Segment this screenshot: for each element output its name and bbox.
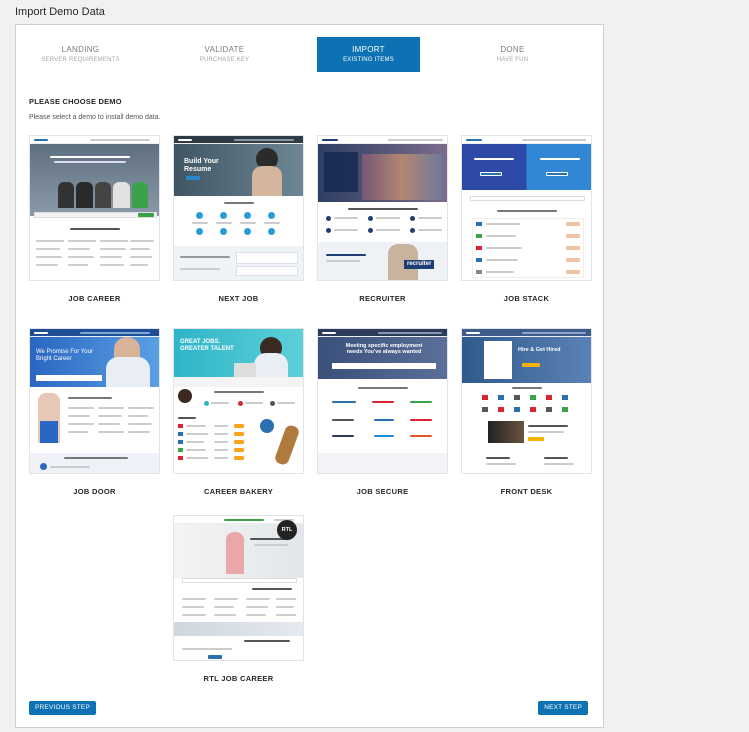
step-subtitle: HAVE FUN	[496, 57, 529, 63]
demo-label: NEXT JOB	[218, 294, 259, 303]
demo-job-secure[interactable]: Meeting specific employment needs You've…	[317, 328, 448, 496]
step-landing[interactable]: LANDING SERVER REQUIREMENTS	[29, 37, 132, 72]
page-title: Import Demo Data	[15, 6, 105, 18]
demo-career-bakery[interactable]: GREAT JOBS. GREATER TALENT CAREER BAKERY	[173, 328, 304, 496]
rtl-badge: RTL	[277, 520, 297, 540]
section-instruction: Please select a demo to install demo dat…	[29, 114, 161, 121]
demo-thumbnail[interactable]: GREAT JOBS. GREATER TALENT	[173, 328, 304, 474]
demo-label: RECRUITER	[359, 294, 406, 303]
import-panel: LANDING SERVER REQUIREMENTS VALIDATE PUR…	[15, 24, 604, 728]
step-done[interactable]: DONE HAVE FUN	[461, 37, 564, 72]
demo-thumbnail[interactable]: We Promise For Your Bright Career	[29, 328, 160, 474]
demo-thumbnail[interactable]: Build Your Resume	[173, 135, 304, 281]
step-validate[interactable]: VALIDATE PURCHASE KEY	[173, 37, 276, 72]
demo-job-career[interactable]: JOB CAREER	[29, 135, 160, 303]
hero-headline: GREAT JOBS. GREATER TALENT	[180, 339, 234, 352]
demo-rtl-job-career[interactable]: RTL RTL JOB CAREER	[173, 515, 304, 683]
demo-front-desk[interactable]: Hire & Get Hired FRONT DESK	[461, 328, 592, 496]
hero-headline: Hire & Get Hired	[518, 347, 561, 353]
demo-thumbnail[interactable]	[29, 135, 160, 281]
demo-thumbnail[interactable]: Meeting specific employment needs You've…	[317, 328, 448, 474]
step-title: VALIDATE	[204, 45, 245, 54]
next-step-button[interactable]: NEXT STEP	[538, 701, 588, 715]
hero-headline: We Promise For Your Bright Career	[36, 349, 93, 362]
demo-label: RTL JOB CAREER	[203, 674, 274, 683]
demo-label: CAREER BAKERY	[203, 487, 274, 496]
step-subtitle: SERVER REQUIREMENTS	[41, 57, 120, 63]
hero-headline: Build Your Resume	[184, 158, 219, 173]
demo-thumbnail[interactable]	[461, 135, 592, 281]
step-import[interactable]: IMPORT EXISTING ITEMS	[317, 37, 420, 72]
demo-thumbnail[interactable]: RTL	[173, 515, 304, 661]
demo-recruiter[interactable]: recruiter RECRUITER	[317, 135, 448, 303]
demo-next-job[interactable]: Build Your Resume NEXT JOB	[173, 135, 304, 303]
thumbnail-logo: recruiter	[404, 260, 435, 269]
wizard-steps: LANDING SERVER REQUIREMENTS VALIDATE PUR…	[16, 37, 603, 72]
step-title: LANDING	[61, 45, 100, 54]
demo-label: JOB STACK	[503, 294, 550, 303]
demo-label: JOB DOOR	[73, 487, 116, 496]
step-title: IMPORT	[352, 45, 385, 54]
step-subtitle: PURCHASE KEY	[199, 57, 250, 63]
demo-thumbnail[interactable]: Hire & Get Hired	[461, 328, 592, 474]
demo-label: JOB CAREER	[68, 294, 121, 303]
section-heading: PLEASE CHOOSE DEMO	[29, 97, 122, 106]
step-subtitle: EXISTING ITEMS	[343, 57, 394, 63]
demo-label: FRONT DESK	[500, 487, 553, 496]
demo-job-stack[interactable]: JOB STACK	[461, 135, 592, 303]
demo-thumbnail[interactable]: recruiter	[317, 135, 448, 281]
previous-step-button[interactable]: PREVIOUS STEP	[29, 701, 96, 715]
step-title: DONE	[500, 45, 525, 54]
demo-job-door[interactable]: We Promise For Your Bright Career JOB DO…	[29, 328, 160, 496]
hero-headline: Meeting specific employment needs You've…	[345, 343, 423, 356]
demo-label: JOB SECURE	[356, 487, 409, 496]
